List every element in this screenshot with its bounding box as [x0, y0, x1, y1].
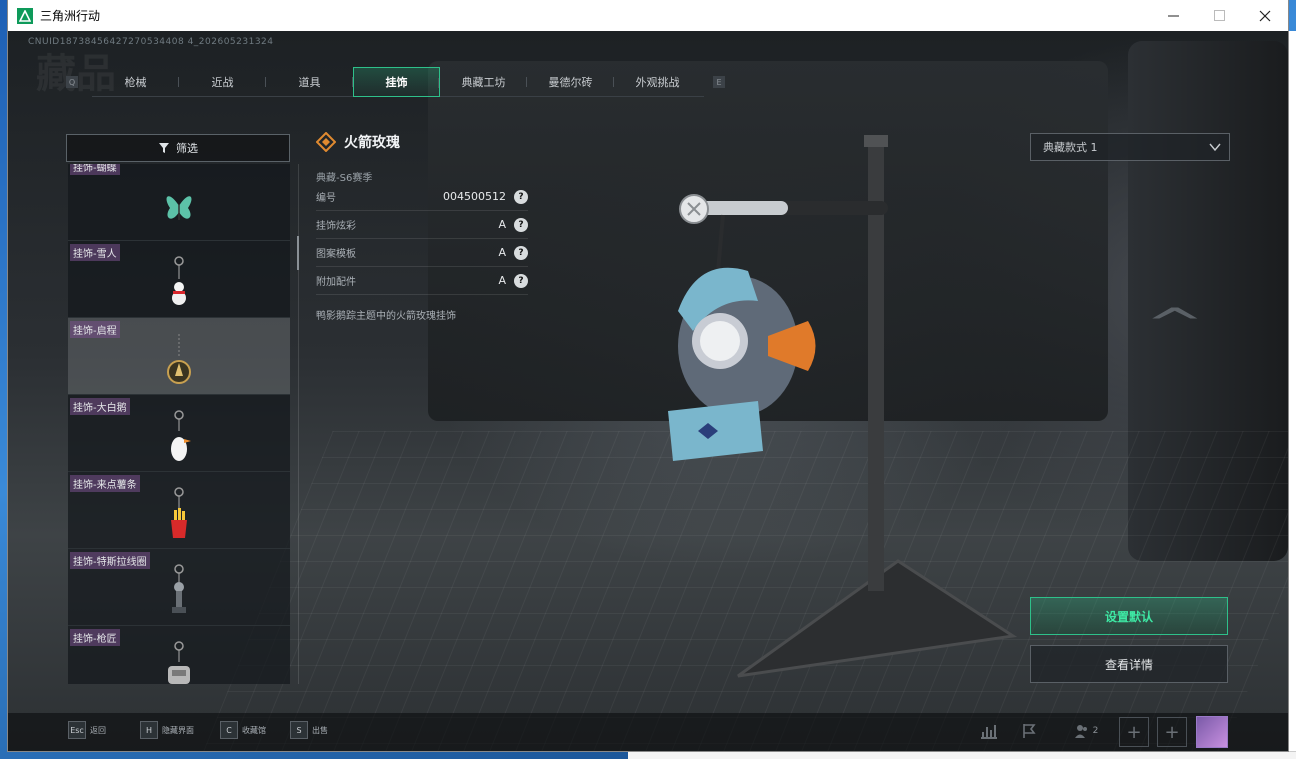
hint-sell[interactable]: S 出售 — [290, 721, 328, 739]
invite-slot-2[interactable]: + — [1157, 717, 1187, 747]
gunsmith-charm-icon — [168, 641, 190, 684]
list-item[interactable]: 挂饰-大白鹅 — [68, 395, 290, 472]
variant-dropdown[interactable]: 典藏款式 1 — [1030, 133, 1230, 161]
tab-prev-key[interactable]: Q — [66, 76, 78, 88]
item-label: 挂饰-大白鹅 — [70, 398, 130, 415]
tesla-coil-charm-icon — [172, 564, 186, 613]
maximize-button[interactable] — [1196, 0, 1242, 31]
item-label: 挂饰-启程 — [70, 321, 120, 338]
party-button[interactable]: 2 — [1064, 716, 1108, 746]
hint-hide-ui[interactable]: H 隐藏界面 — [140, 721, 194, 739]
tab-charms[interactable]: 挂饰 — [353, 67, 440, 97]
category-tabs: 枪械 近战 道具 挂饰 典藏工坊 曼德尔砖 外观挑战 — [92, 67, 704, 97]
item-label: 挂饰-特斯拉线圈 — [70, 552, 150, 569]
key-s: S — [290, 721, 308, 739]
bar-chart-icon — [981, 725, 997, 739]
list-item[interactable]: 挂饰-来点薯条 — [68, 472, 290, 549]
background-window-edge — [1288, 31, 1296, 759]
item-label: 挂饰-枪匠 — [70, 629, 120, 646]
item-label: 挂饰-来点薯条 — [70, 475, 140, 492]
crate-chevron-icon: ^ — [1144, 301, 1205, 347]
key-h: H — [140, 721, 158, 739]
charm-detail-panel: 火箭玫瑰 典藏-S6赛季 编号 004500512 ? 挂饰炫彩 A ? 图案模… — [316, 131, 528, 322]
chevron-down-icon — [1209, 143, 1221, 152]
tab-gadgets[interactable]: 道具 — [266, 67, 353, 97]
charm-title: 火箭玫瑰 — [344, 135, 400, 151]
game-viewport: ^ CNUID18738456427270534408 4_2026052313… — [8, 31, 1288, 751]
close-icon — [1259, 10, 1271, 21]
tab-appearance-challenge[interactable]: 外观挑战 — [614, 67, 701, 97]
item-label: 挂饰-蝴蝶 — [70, 164, 120, 175]
view-details-button[interactable]: 查看详情 — [1030, 645, 1228, 683]
list-scrollbar[interactable] — [297, 236, 299, 270]
item-label: 挂饰-雪人 — [70, 244, 120, 261]
charm-season: 典藏-S6赛季 — [316, 173, 373, 184]
list-item[interactable]: 挂饰-雪人 — [68, 241, 290, 318]
tab-firearms[interactable]: 枪械 — [92, 67, 179, 97]
window-title: 三角洲行动 — [40, 9, 101, 23]
maximize-icon — [1213, 10, 1225, 21]
close-button[interactable] — [1242, 0, 1288, 31]
tab-collection-workshop[interactable]: 典藏工坊 — [440, 67, 527, 97]
prop-pattern-template: 图案模板 A ? — [316, 239, 528, 267]
app-logo-icon — [17, 7, 33, 24]
key-c: C — [220, 721, 238, 739]
hint-collection-hall[interactable]: C 收藏馆 — [220, 721, 266, 739]
invite-slot-1[interactable]: + — [1119, 717, 1149, 747]
list-item[interactable]: 挂饰-枪匠 — [68, 626, 290, 684]
tab-mandel-brick[interactable]: 曼德尔砖 — [527, 67, 614, 97]
tab-next-key[interactable]: E — [713, 76, 725, 88]
party-count: 2 — [1092, 726, 1099, 736]
flag-icon — [1023, 724, 1036, 738]
background-window-edge-bottom — [628, 751, 1296, 759]
compass-charm-icon — [167, 334, 191, 384]
filter-button[interactable]: 筛选 — [66, 134, 290, 162]
fries-charm-icon — [171, 487, 187, 538]
list-item[interactable]: 挂饰-特斯拉线圈 — [68, 549, 290, 626]
collection-diamond-icon — [316, 132, 336, 152]
minimize-button[interactable] — [1150, 0, 1196, 31]
title-bar[interactable]: 三角洲行动 — [8, 0, 1288, 31]
help-icon[interactable]: ? — [514, 245, 528, 260]
minimize-icon — [1167, 15, 1179, 17]
prop-attachment: 附加配件 A ? — [316, 267, 528, 295]
bottom-hint-bar: Esc 返回 H 隐藏界面 C 收藏馆 S 出售 2 + + — [8, 713, 1288, 751]
help-icon[interactable]: ? — [514, 189, 528, 204]
charm-description: 鸭影鹅踪主题中的火箭玫瑰挂饰 — [316, 311, 456, 322]
set-default-button[interactable]: 设置默认 — [1030, 597, 1228, 635]
tab-melee[interactable]: 近战 — [179, 67, 266, 97]
prop-serial: 编号 004500512 ? — [316, 183, 528, 211]
filter-icon — [159, 143, 169, 153]
butterfly-charm-icon — [166, 196, 192, 220]
game-window: 三角洲行动 ^ CNUID18738456427270534408 4_2026… — [8, 0, 1288, 751]
hint-back[interactable]: Esc 返回 — [68, 721, 106, 739]
key-esc: Esc — [68, 721, 86, 739]
snowman-charm-icon — [172, 256, 186, 305]
list-item[interactable]: 挂饰-蝴蝶 — [68, 164, 290, 241]
help-icon[interactable]: ? — [514, 273, 528, 288]
charm-list[interactable]: 挂饰-蝴蝶 挂饰-雪人 挂饰-启程 挂饰-大白鹅 挂饰-来点薯条 挂饰-特斯拉线… — [68, 164, 290, 684]
prop-charm-color: 挂饰炫彩 A ? — [316, 211, 528, 239]
help-icon[interactable]: ? — [514, 217, 528, 232]
avatar[interactable] — [1196, 716, 1228, 748]
flag-button[interactable] — [1014, 716, 1044, 746]
users-icon — [1074, 725, 1087, 738]
charm-display-stand[interactable] — [628, 131, 1028, 691]
goose-charm-icon — [171, 410, 191, 461]
list-item[interactable]: 挂饰-启程 — [68, 318, 290, 395]
stats-button[interactable] — [974, 716, 1004, 746]
